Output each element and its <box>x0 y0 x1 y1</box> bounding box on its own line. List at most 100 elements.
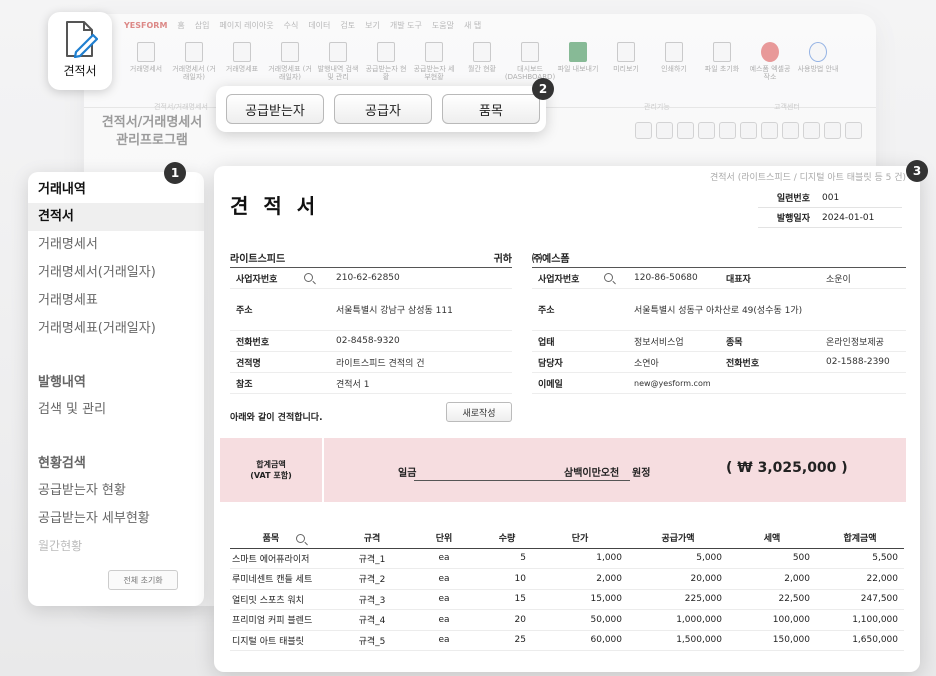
table-cell[interactable]: 규격_4 <box>338 609 406 631</box>
table-cell[interactable]: ea <box>406 589 482 610</box>
supplier-business-item[interactable]: 온라인정보제공 <box>826 335 884 348</box>
sidebar-item[interactable]: 거래명세서 <box>28 231 204 259</box>
table-cell[interactable]: 규격_1 <box>338 548 406 569</box>
table-row[interactable]: 디지털 아트 태블릿 규격_5 ea 25 60,000 1,500,000 150,000… <box>230 630 904 651</box>
ribbon-tab[interactable]: 수식 <box>284 20 299 31</box>
sidebar-item[interactable]: 검색 및 관리 <box>28 396 204 424</box>
search-icon[interactable] <box>677 122 694 139</box>
table-cell[interactable]: 1,000,000 <box>628 609 728 631</box>
ribbon-button[interactable]: 파일 내보내기 <box>556 36 600 98</box>
table-row[interactable]: 프리미엄 커피 블렌드 규격_4 ea 20 50,000 1,000,000 100,00… <box>230 609 904 631</box>
sidebar-item[interactable]: 공급받는자 세부현황 <box>28 505 204 533</box>
table-cell[interactable]: 247,500 <box>816 589 904 610</box>
table-cell[interactable]: 2,000 <box>532 568 628 590</box>
search-icon[interactable] <box>604 273 613 282</box>
ribbon-tab[interactable]: 데이터 <box>308 20 330 31</box>
table-cell[interactable]: 20 <box>482 609 532 631</box>
supplier-biz-no[interactable]: 120-86-50680 <box>634 273 726 283</box>
table-cell[interactable]: 프리미엄 커피 블렌드 <box>230 609 338 631</box>
table-cell[interactable]: 1,500,000 <box>628 630 728 651</box>
ribbon-tab[interactable]: 삽입 <box>195 20 210 31</box>
supplier-business-type[interactable]: 정보서비스업 <box>634 335 726 348</box>
table-cell[interactable]: 1,000 <box>532 548 628 569</box>
ribbon-tab[interactable]: 검토 <box>340 20 355 31</box>
table-cell[interactable]: ea <box>406 609 482 631</box>
table-cell[interactable]: 얼티밋 스포츠 워치 <box>230 589 338 610</box>
settings-icon[interactable] <box>761 122 778 139</box>
table-cell[interactable]: 디지털 아트 태블릿 <box>230 630 338 651</box>
table-cell[interactable]: 25 <box>482 630 532 651</box>
supplier-ceo[interactable]: 소운이 <box>826 272 851 285</box>
table-cell[interactable]: 100,000 <box>728 609 816 631</box>
table-cell[interactable]: 5 <box>482 548 532 569</box>
table-cell[interactable]: ea <box>406 630 482 651</box>
ribbon-button[interactable]: 예스폼 엑셀공작소 <box>748 36 792 98</box>
buyer-field-value[interactable]: 210-62-62850 <box>336 273 400 283</box>
supplier-name[interactable]: ㈜예스폼 <box>532 250 570 265</box>
table-cell[interactable]: 50,000 <box>532 609 628 631</box>
pin-icon[interactable] <box>740 122 757 139</box>
table-cell[interactable]: ea <box>406 568 482 590</box>
sidebar-item[interactable]: 거래명세표 <box>28 287 204 315</box>
copy-icon[interactable] <box>698 122 715 139</box>
table-row[interactable]: 스마트 에어퓨라이저 규격_1 ea 5 1,000 5,000 500 5,500 <box>230 548 904 569</box>
table-cell[interactable]: 15,000 <box>532 589 628 610</box>
buyer-button[interactable]: 공급받는자 <box>226 94 324 124</box>
buyer-name[interactable]: 라이트스피드 <box>230 250 285 265</box>
serial-number[interactable]: 001 <box>822 193 902 203</box>
table-cell[interactable]: 5,500 <box>816 548 904 569</box>
sidebar-item[interactable]: 공급받는자 현황 <box>28 477 204 505</box>
check-icon[interactable] <box>845 122 862 139</box>
table-cell[interactable]: 225,000 <box>628 589 728 610</box>
table-cell[interactable]: 60,000 <box>532 630 628 651</box>
item-button[interactable]: 품목 <box>442 94 540 124</box>
table-cell[interactable]: 규격_5 <box>338 630 406 651</box>
ribbon-tab[interactable]: 새 탭 <box>464 20 481 31</box>
table-cell[interactable]: 루미네센트 캔들 세트 <box>230 568 338 590</box>
table-cell[interactable]: 22,000 <box>816 568 904 590</box>
search-icon[interactable] <box>296 534 306 544</box>
table-cell[interactable]: 5,000 <box>628 548 728 569</box>
ribbon-button[interactable]: 인쇄하기 <box>652 36 696 98</box>
table-cell[interactable]: 20,000 <box>628 568 728 590</box>
ribbon-tab[interactable]: 홈 <box>177 20 184 31</box>
ribbon-tab[interactable]: 보기 <box>365 20 380 31</box>
table-cell[interactable]: 22,500 <box>728 589 816 610</box>
table-cell[interactable]: 스마트 에어퓨라이저 <box>230 548 338 569</box>
table-cell[interactable]: 10 <box>482 568 532 590</box>
supplier-button[interactable]: 공급자 <box>334 94 432 124</box>
sidebar-item-monthly[interactable]: 월간현황 <box>28 533 204 558</box>
ribbon-tab[interactable]: 개발 도구 <box>390 20 422 31</box>
ribbon-button[interactable]: 거래명세서 <box>124 36 168 98</box>
table-cell[interactable]: ea <box>406 548 482 569</box>
sidebar-item[interactable]: 거래명세서(거래일자) <box>28 259 204 287</box>
supplier-manager[interactable]: 소연아 <box>634 356 726 369</box>
table-cell[interactable]: 2,000 <box>728 568 816 590</box>
search-icon[interactable] <box>304 273 313 282</box>
table-cell[interactable]: 500 <box>728 548 816 569</box>
table-cell[interactable]: 규격_3 <box>338 589 406 610</box>
ribbon-button[interactable]: 미리보기 <box>604 36 648 98</box>
save-icon[interactable] <box>719 122 736 139</box>
issue-date[interactable]: 2024-01-01 <box>822 213 902 223</box>
new-document-button[interactable]: 새로작성 <box>446 402 512 422</box>
app-icon-card[interactable]: 견적서 <box>48 12 112 90</box>
supplier-phone[interactable]: 02-1588-2390 <box>826 357 890 367</box>
sidebar-item[interactable]: 거래명세표(거래일자) <box>28 315 204 343</box>
supplier-email[interactable]: new@yesform.com <box>634 379 711 388</box>
remove-icon[interactable] <box>656 122 673 139</box>
buyer-field-value[interactable]: 02-8458-9320 <box>336 336 400 346</box>
table-cell[interactable]: 1,100,000 <box>816 609 904 631</box>
ribbon-button[interactable]: 사용방법 안내 <box>796 36 840 98</box>
add-icon[interactable] <box>635 122 652 139</box>
monitor-icon[interactable] <box>782 122 799 139</box>
sidebar-item[interactable]: 견적서 <box>28 203 204 231</box>
buyer-field-value[interactable]: 견적서 1 <box>336 377 369 390</box>
table-cell[interactable]: 15 <box>482 589 532 610</box>
supplier-address[interactable]: 서울특별시 성동구 아차산로 49(성수동 1가) <box>634 303 802 316</box>
ribbon-tab[interactable]: YESFORM <box>124 21 167 30</box>
table-cell[interactable]: 150,000 <box>728 630 816 651</box>
ribbon-button[interactable]: 거래명세서 (거래일자) <box>172 36 216 98</box>
download-icon[interactable] <box>824 122 841 139</box>
buyer-field-value[interactable]: 라이트스피드 견적의 건 <box>336 356 425 369</box>
